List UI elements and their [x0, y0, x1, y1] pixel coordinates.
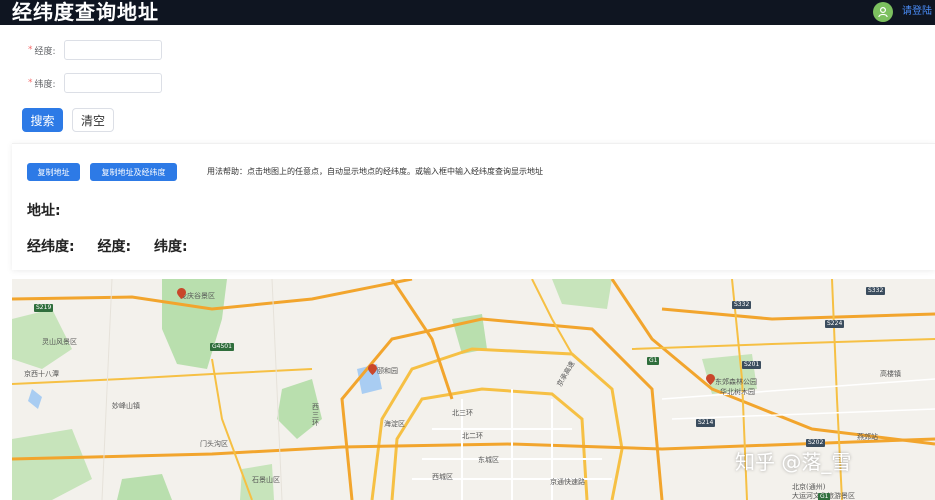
map-label: 京通快速路 [550, 478, 585, 486]
longitude-row: * 经度: [28, 40, 162, 60]
latitude-row: * 纬度: [28, 73, 162, 93]
lng-label: 经度: [97, 239, 132, 255]
top-bar: 经纬度查询地址 请登陆 [0, 0, 935, 25]
location-pin-icon [706, 374, 715, 385]
map-label: 门头沟区 [200, 440, 228, 448]
map-label: 石景山区 [252, 476, 280, 484]
road-shield: S332 [732, 301, 752, 309]
copy-address-button[interactable]: 复制地址 [27, 163, 80, 181]
longitude-input[interactable] [63, 40, 162, 60]
lat-label: 纬度: [153, 239, 188, 255]
map-label: 高楼镇 [880, 370, 901, 378]
address-label: 地址: [27, 203, 61, 219]
coords-label: 经纬度: [27, 239, 75, 255]
coords-line: 经纬度: 经度: 纬度: [27, 236, 206, 256]
longitude-label: 经度: [34, 46, 56, 57]
login-link[interactable]: 请登陆 [902, 5, 932, 19]
clear-button[interactable]: 清空 [72, 108, 114, 132]
user-icon[interactable] [873, 2, 893, 22]
help-text: 用法帮助：点击地图上的任意点，自动显示地点的经纬度。或输入框中输入经纬度查询显示… [207, 167, 543, 176]
map-label: 西三环 [312, 403, 319, 427]
required-mark: * [28, 45, 33, 55]
user-icon-glyph [878, 6, 888, 18]
road-shield: G1 [647, 357, 660, 365]
location-pin-icon [368, 364, 377, 375]
latitude-input[interactable] [63, 73, 162, 93]
road-shield: S201 [742, 361, 762, 369]
road-shield: G1 [818, 493, 831, 500]
map-label: 东郊森林公园 [715, 378, 757, 386]
search-button[interactable]: 搜索 [22, 108, 63, 132]
map-label: 西城区 [432, 473, 453, 481]
road-shield: S219 [34, 304, 54, 312]
watermark: 知乎 @落_雪 [735, 450, 852, 474]
map-label: 燕郊站 [857, 433, 878, 441]
map-label: 颐和园 [377, 367, 398, 375]
location-pin-icon [177, 288, 186, 299]
map-label: 海淀区 [384, 420, 405, 428]
road-shield: G4501 [210, 343, 234, 351]
map-label: 东城区 [478, 456, 499, 464]
map-label: 华北树木园 [720, 388, 755, 396]
latitude-label: 纬度: [34, 79, 56, 90]
map-label: 妙峰山镇 [112, 402, 140, 410]
road-shield: S224 [825, 320, 845, 328]
page-title: 经纬度查询地址 [12, 0, 159, 24]
road-shield: S214 [696, 419, 716, 427]
copy-address-coords-button[interactable]: 复制地址及经纬度 [90, 163, 177, 181]
road-shield: S332 [866, 287, 886, 295]
required-mark: * [28, 78, 33, 88]
map-label: 灵山风景区 [42, 338, 77, 346]
map-label: 京西十八潭 [24, 370, 59, 378]
map-label: 北三环 [452, 409, 473, 417]
map-label: 北二环 [462, 432, 483, 440]
